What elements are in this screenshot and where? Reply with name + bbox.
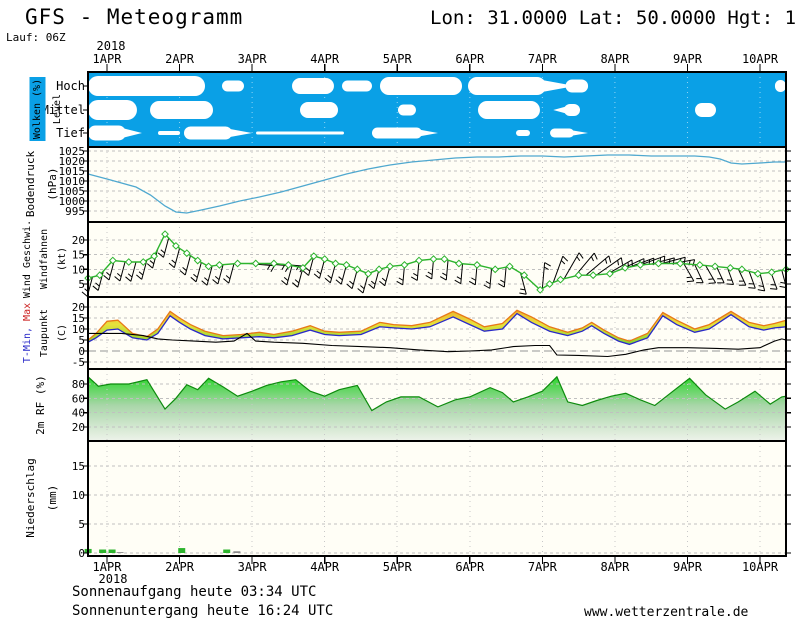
dewpoint-label: Taupunkt — [39, 309, 50, 357]
date-label-bottom: 2APR — [165, 560, 195, 574]
clouds-level-label: Level — [52, 94, 63, 124]
year-label-top: 2018 — [97, 39, 126, 53]
meteogram-chart: 9951000100510101015102010255101520-50510… — [0, 0, 800, 625]
wind-unit-label: (kt) — [57, 247, 68, 271]
date-label-bottom: 8APR — [600, 560, 630, 574]
date-label-bottom: 6APR — [455, 560, 485, 574]
clouds-panel-label: Wolken (%) — [32, 79, 43, 139]
date-label-top: 8APR — [600, 52, 630, 66]
date-label-top: 3APR — [238, 52, 268, 66]
cloud-row-label: Tief — [56, 126, 85, 140]
pressure-panel-label: Bodendruck — [24, 151, 37, 218]
date-label-bottom: 3APR — [238, 560, 268, 574]
sunset-label: Sonnenuntergang heute 16:24 UTC — [72, 603, 333, 619]
wind-barb-label: Windfahnen — [39, 229, 50, 289]
panel-clouds — [88, 72, 786, 147]
wind-panel-label: Wind Geschwi. — [22, 220, 33, 298]
date-label-top: 9APR — [673, 52, 703, 66]
humidity-panel-label: 2m RF (%) — [34, 375, 47, 435]
y-tick-label: 1025 — [59, 145, 86, 158]
date-label-top: 6APR — [455, 52, 485, 66]
sunrise-label: Sonnenaufgang heute 03:34 UTC — [72, 584, 316, 600]
date-label-bottom: 9APR — [673, 560, 703, 574]
precipitation-panel-label: Niederschlag — [24, 458, 37, 537]
website-link[interactable]: www.wetterzentrale.de — [584, 605, 748, 620]
temperature-panel-label: T-Min, Max — [22, 303, 33, 363]
date-label-bottom: 5APR — [383, 560, 413, 574]
temperature-unit-label: (C) — [57, 324, 68, 342]
date-label-top: 5APR — [383, 52, 413, 66]
cloud-row-label: Mittel — [42, 103, 85, 117]
date-label-top: 1APR — [93, 52, 123, 66]
pressure-unit-label: (hPa) — [46, 167, 59, 200]
cloud-row-label: Hoch — [56, 79, 85, 93]
date-label-bottom: 7APR — [528, 560, 558, 574]
date-label-top: 4APR — [310, 52, 340, 66]
date-label-bottom: 4APR — [310, 560, 340, 574]
precipitation-unit-label: (mm) — [46, 485, 59, 512]
date-label-top: 10APR — [742, 52, 779, 66]
date-label-top: 2APR — [165, 52, 195, 66]
meteogram-page: GFS - Meteogramm Lon: 31.0000 Lat: 50.00… — [0, 0, 800, 625]
date-label-bottom: 10APR — [742, 560, 779, 574]
date-label-top: 7APR — [528, 52, 558, 66]
